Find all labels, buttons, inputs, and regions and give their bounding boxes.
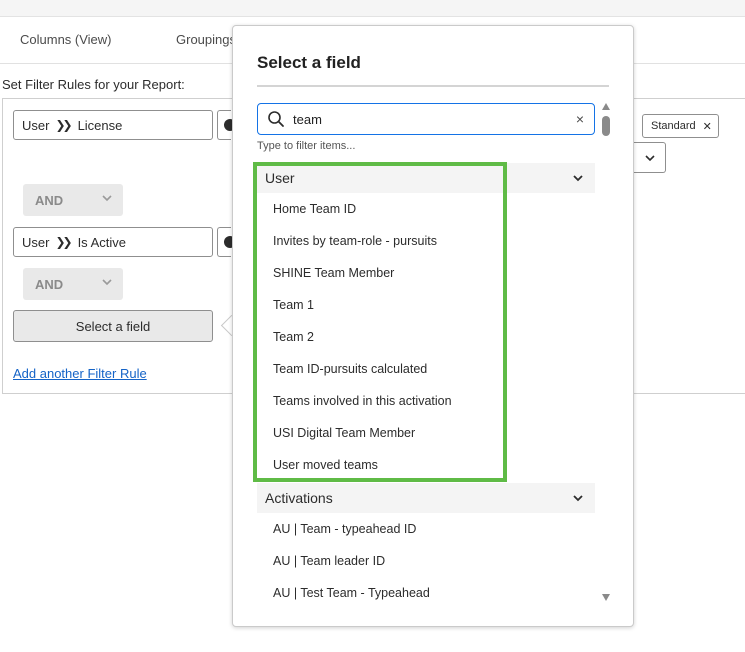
list-item[interactable]: AU | Test Team - Typeahead xyxy=(257,577,595,603)
clear-search-icon[interactable]: × xyxy=(576,111,584,127)
and-operator-dropdown-1[interactable]: AND xyxy=(23,184,123,216)
tab-columns[interactable]: Columns (View) xyxy=(20,32,112,47)
double-chevron-right-icon: ❯❯ xyxy=(55,235,72,249)
rule-field-label: User xyxy=(22,117,50,133)
chevron-down-icon xyxy=(102,195,112,202)
and-operator-label: AND xyxy=(35,192,64,208)
group-label: User xyxy=(265,170,295,186)
chevron-down-icon xyxy=(573,175,583,182)
standard-tag-label: Standard xyxy=(651,120,696,132)
rule-operator-dropdown-1[interactable] xyxy=(217,110,236,140)
standard-tag: Standard ✕ xyxy=(642,114,719,138)
list-item[interactable]: Team 1 xyxy=(257,289,595,321)
rule-subfield-label: License xyxy=(77,117,123,133)
list-item[interactable]: Home Team ID xyxy=(257,193,595,225)
group-header-user[interactable]: User xyxy=(257,163,595,193)
search-icon xyxy=(268,111,284,127)
filter-rules-heading: Set Filter Rules for your Report: xyxy=(2,77,185,92)
value-dropdown[interactable] xyxy=(633,142,666,173)
and-operator-dropdown-2[interactable]: AND xyxy=(23,268,123,300)
list-item[interactable]: AU | Team leader ID xyxy=(257,545,595,577)
list-item[interactable]: Invites by team-role - pursuits xyxy=(257,225,595,257)
field-list: User Home Team ID Invites by team-role -… xyxy=(257,163,595,603)
scroll-down-arrow-icon[interactable] xyxy=(602,594,610,601)
select-field-popover: Select a field × Type to filter items...… xyxy=(232,25,634,627)
popover-divider xyxy=(257,85,609,87)
rule-operator-dropdown-2[interactable] xyxy=(217,227,236,257)
popover-title: Select a field xyxy=(257,53,361,72)
close-icon[interactable]: ✕ xyxy=(703,120,712,133)
add-filter-rule-link[interactable]: Add another Filter Rule xyxy=(13,366,147,381)
search-input[interactable] xyxy=(293,109,563,129)
filter-rule-field-2[interactable]: User ❯❯ Is Active xyxy=(13,227,213,257)
list-scrollbar[interactable] xyxy=(601,103,611,603)
group-header-activations[interactable]: Activations xyxy=(257,483,595,513)
chevron-down-icon xyxy=(573,495,583,502)
list-item[interactable]: Team ID-pursuits calculated xyxy=(257,353,595,385)
search-helper-text: Type to filter items... xyxy=(257,140,356,152)
rule-field-label: User xyxy=(22,234,50,250)
top-strip xyxy=(0,0,745,17)
chevron-down-icon xyxy=(645,155,655,162)
list-item[interactable]: User moved teams xyxy=(257,449,595,481)
list-item[interactable]: SHINE Team Member xyxy=(257,257,595,289)
and-operator-label: AND xyxy=(35,276,64,292)
select-field-button[interactable]: Select a field xyxy=(13,310,213,342)
filter-rule-field-1[interactable]: User ❯❯ License xyxy=(13,110,213,140)
double-chevron-right-icon: ❯❯ xyxy=(55,118,72,132)
rule-subfield-label: Is Active xyxy=(77,234,126,250)
group-label: Activations xyxy=(265,490,333,506)
list-item[interactable]: USI Digital Team Member xyxy=(257,417,595,449)
chevron-down-icon xyxy=(102,279,112,286)
list-item[interactable]: AU | Team - typeahead ID xyxy=(257,513,595,545)
field-search[interactable]: × xyxy=(257,103,595,135)
tab-groupings[interactable]: Groupings xyxy=(176,32,236,47)
scroll-thumb[interactable] xyxy=(602,116,610,136)
list-item[interactable]: Team 2 xyxy=(257,321,595,353)
scroll-up-arrow-icon[interactable] xyxy=(602,103,610,110)
list-item[interactable]: Teams involved in this activation xyxy=(257,385,595,417)
